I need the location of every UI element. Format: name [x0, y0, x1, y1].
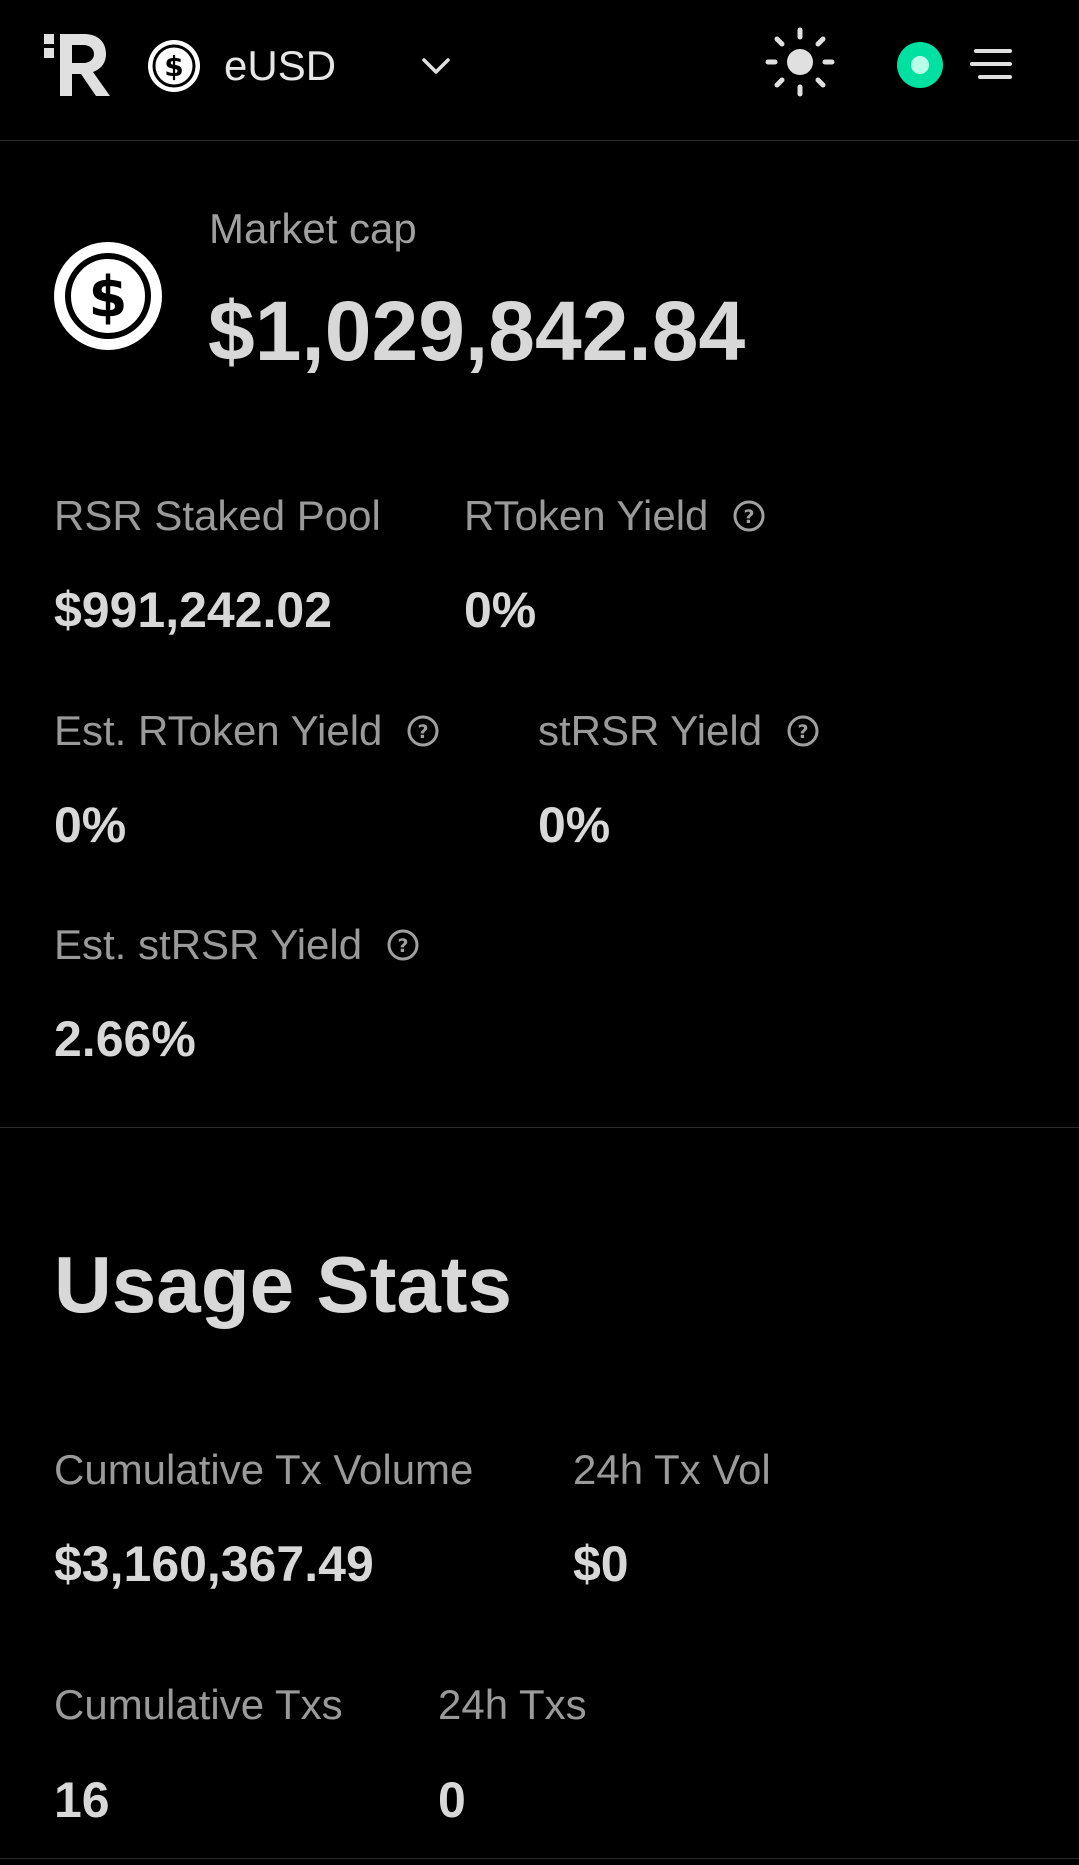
svg-text:?: ?	[398, 935, 409, 957]
rtoken-yield-label-text: RToken Yield	[464, 492, 709, 539]
cumulative-txs-value: 16	[54, 1772, 110, 1828]
rsr-staked-pool-label: RSR Staked Pool	[54, 492, 381, 539]
cumulative-tx-volume-label: Cumulative Tx Volume	[54, 1446, 474, 1493]
section-divider	[0, 1127, 1079, 1128]
svg-text:?: ?	[418, 721, 429, 743]
svg-text:?: ?	[744, 506, 755, 528]
est-rtoken-yield-label-text: Est. RToken Yield	[54, 707, 383, 754]
est-strsr-yield-label: Est. stRSR Yield?	[54, 920, 420, 970]
help-icon[interactable]: ?	[786, 714, 820, 748]
svg-text:$: $	[164, 50, 183, 83]
est-strsr-yield-value: 2.66%	[54, 1011, 196, 1067]
est-strsr-yield-label-text: Est. stRSR Yield	[54, 921, 363, 968]
menu-icon[interactable]	[970, 46, 1014, 82]
section-divider	[0, 1858, 1079, 1859]
est-rtoken-yield-value: 0%	[54, 797, 127, 853]
strsr-yield-label: stRSR Yield?	[538, 706, 820, 756]
chevron-down-icon	[422, 58, 450, 74]
rtoken-yield-label: RToken Yield?	[464, 491, 766, 541]
strsr-yield-value: 0%	[538, 797, 611, 853]
cumulative-txs-label: Cumulative Txs	[54, 1681, 343, 1728]
txs-24h-value: 0	[438, 1772, 466, 1828]
sun-icon[interactable]	[764, 26, 836, 98]
market-cap-value: $1,029,842.84	[208, 284, 746, 378]
svg-text:$: $	[89, 265, 128, 330]
rtoken-yield-value: 0%	[464, 582, 537, 638]
tx-vol-24h-value: $0	[573, 1536, 629, 1592]
txs-24h-label: 24h Txs	[438, 1681, 587, 1728]
help-icon[interactable]: ?	[732, 499, 766, 533]
est-rtoken-yield-label: Est. RToken Yield?	[54, 706, 440, 756]
token-name: eUSD	[224, 42, 337, 89]
cumulative-tx-volume-value: $3,160,367.49	[54, 1536, 374, 1592]
help-icon[interactable]: ?	[406, 714, 440, 748]
token-selector[interactable]: $ eUSD	[146, 34, 466, 96]
usage-stats-title: Usage Stats	[54, 1240, 512, 1329]
dollar-coin-icon: $	[148, 40, 200, 92]
tx-vol-24h-label: 24h Tx Vol	[573, 1446, 771, 1493]
strsr-yield-label-text: stRSR Yield	[538, 707, 763, 754]
svg-text:?: ?	[798, 721, 809, 743]
wallet-status-icon[interactable]	[897, 42, 943, 88]
dollar-coin-icon: $	[54, 242, 162, 350]
reserve-logo-icon[interactable]	[44, 32, 112, 98]
top-bar: $ eUSD	[0, 0, 1079, 141]
market-cap-label: Market cap	[209, 205, 417, 252]
help-icon[interactable]: ?	[386, 928, 420, 962]
rsr-staked-pool-value: $991,242.02	[54, 582, 333, 638]
